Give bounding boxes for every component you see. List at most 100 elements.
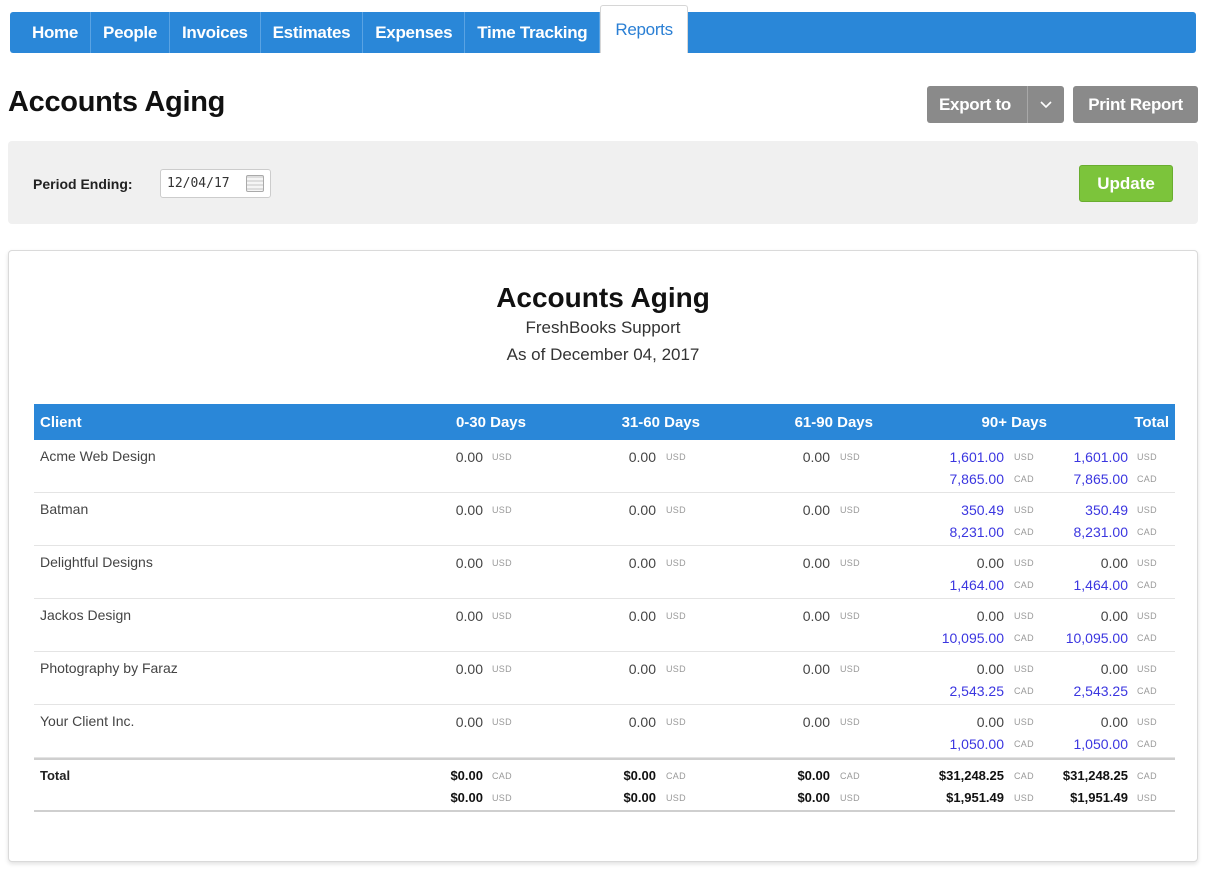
currency-label: USD [840,611,860,621]
amount-value: 0.00 [1100,661,1128,677]
currency-label: USD [1014,505,1034,515]
update-button[interactable]: Update [1079,165,1173,202]
amount-value: 0.00 [628,555,656,571]
currency-label: USD [492,664,512,674]
currency-label: CAD [666,771,686,781]
total-0-30-usd: $0.00 [450,790,483,805]
currency-label: CAD [492,771,512,781]
amount-link[interactable]: 1,050.00 [914,736,1005,752]
amount-value: 0.00 [628,449,656,465]
amount-link[interactable]: 1,601.00 [1038,449,1129,465]
currency-label: USD [840,558,860,568]
amount-value: 0.00 [802,449,830,465]
currency-label: USD [666,664,686,674]
print-report-button[interactable]: Print Report [1073,86,1198,123]
amount-value: 0.00 [455,449,483,465]
currency-label: CAD [1014,739,1034,749]
table-row: Jackos Design 0.00 USD 0.00 USD 0.00 USD 0.00 US… [34,599,1175,652]
period-ending-value[interactable]: 12/04/17 [167,176,246,191]
amount-value: 0.00 [455,714,483,730]
currency-label: USD [1014,664,1034,674]
col-61-90-days: 61-90 Days [794,414,873,431]
tab-invoices[interactable]: Invoices [170,12,261,53]
amount-link[interactable]: 10,095.00 [914,630,1004,646]
currency-label: CAD [840,771,860,781]
amount-value: 0.00 [1100,555,1128,571]
currency-label: USD [492,793,512,803]
amount-value: 0.00 [455,555,483,571]
total-90-plus-usd: $1,951.49 [946,790,1004,805]
grand-total-cad: $31,248.25 [1062,768,1128,783]
amount-link[interactable]: 1,464.00 [914,577,1005,593]
amount-value: 0.00 [455,661,483,677]
currency-label: CAD [1137,771,1157,781]
amount-value: 0.00 [976,555,1004,571]
calendar-icon[interactable] [246,175,264,192]
col-31-60-days: 31-60 Days [621,414,700,431]
currency-label: USD [1137,611,1157,621]
export-label: Export to [939,94,1011,114]
currency-label: USD [666,793,686,803]
client-name: Batman [40,501,89,517]
currency-label: CAD [1014,633,1034,643]
amount-link[interactable]: 1,601.00 [914,449,1005,465]
amount-link[interactable]: 8,231.00 [914,524,1005,540]
amount-link[interactable]: 7,865.00 [914,471,1005,487]
tab-reports[interactable]: Reports [600,5,688,53]
currency-label: CAD [1014,771,1034,781]
currency-label: CAD [1137,633,1157,643]
currency-label: USD [492,717,512,727]
currency-label: USD [1014,558,1034,568]
table-row: Acme Web Design 0.00 USD 0.00 USD 0.00 USD 1,60… [34,440,1175,493]
report-date: As of December 04, 2017 [506,345,700,364]
period-ending-input[interactable]: 12/04/17 [160,169,271,198]
currency-label: USD [1014,452,1034,462]
currency-label: USD [1137,793,1157,803]
amount-link[interactable]: 7,865.00 [1038,471,1129,487]
client-name: Acme Web Design [40,448,156,464]
col-90-plus-days: 90+ Days [981,414,1047,431]
page-title: Accounts Aging [8,86,226,118]
export-button[interactable]: Export to [927,86,1064,123]
currency-label: USD [1137,558,1157,568]
currency-label: CAD [1014,686,1034,696]
currency-label: USD [1014,793,1034,803]
amount-value: 0.00 [628,661,656,677]
currency-label: CAD [1137,527,1157,537]
amount-link[interactable]: 2,543.25 [914,683,1005,699]
main-nav: Home People Invoices Estimates Expenses … [10,5,1196,53]
amount-link[interactable]: 1,464.00 [1038,577,1129,593]
chevron-down-icon[interactable] [1027,86,1064,123]
tab-home[interactable]: Home [10,12,92,53]
tab-time-tracking[interactable]: Time Tracking [465,12,601,53]
amount-value: 0.00 [802,608,830,624]
currency-label: USD [666,611,686,621]
tab-people[interactable]: People [91,12,170,53]
currency-label: USD [492,558,512,568]
client-name: Your Client Inc. [40,713,135,729]
currency-label: USD [1137,664,1157,674]
currency-label: USD [666,452,686,462]
currency-label: USD [1014,717,1034,727]
amount-link[interactable]: 1,050.00 [1038,736,1129,752]
currency-label: CAD [1137,739,1157,749]
amount-link[interactable]: 8,231.00 [1038,524,1129,540]
tab-estimates[interactable]: Estimates [261,12,364,53]
table-row: Delightful Designs 0.00 USD 0.00 USD 0.00 USD 0… [34,546,1175,599]
amount-link[interactable]: 2,543.25 [1038,683,1129,699]
currency-label: USD [666,505,686,515]
tab-expenses[interactable]: Expenses [363,12,466,53]
client-name: Jackos Design [40,607,132,623]
amount-value: 0.00 [628,714,656,730]
amount-link[interactable]: 350.49 [1038,502,1128,518]
total-90-plus-cad: $31,248.25 [938,768,1004,783]
currency-label: CAD [1014,474,1034,484]
amount-value: 0.00 [455,502,483,518]
amount-link[interactable]: 350.49 [914,502,1004,518]
total-0-30-cad: $0.00 [450,768,483,783]
currency-label: USD [840,452,860,462]
client-name: Delightful Designs [40,554,153,570]
amount-link[interactable]: 10,095.00 [1038,630,1128,646]
currency-label: USD [840,505,860,515]
col-client: Client [40,414,82,431]
